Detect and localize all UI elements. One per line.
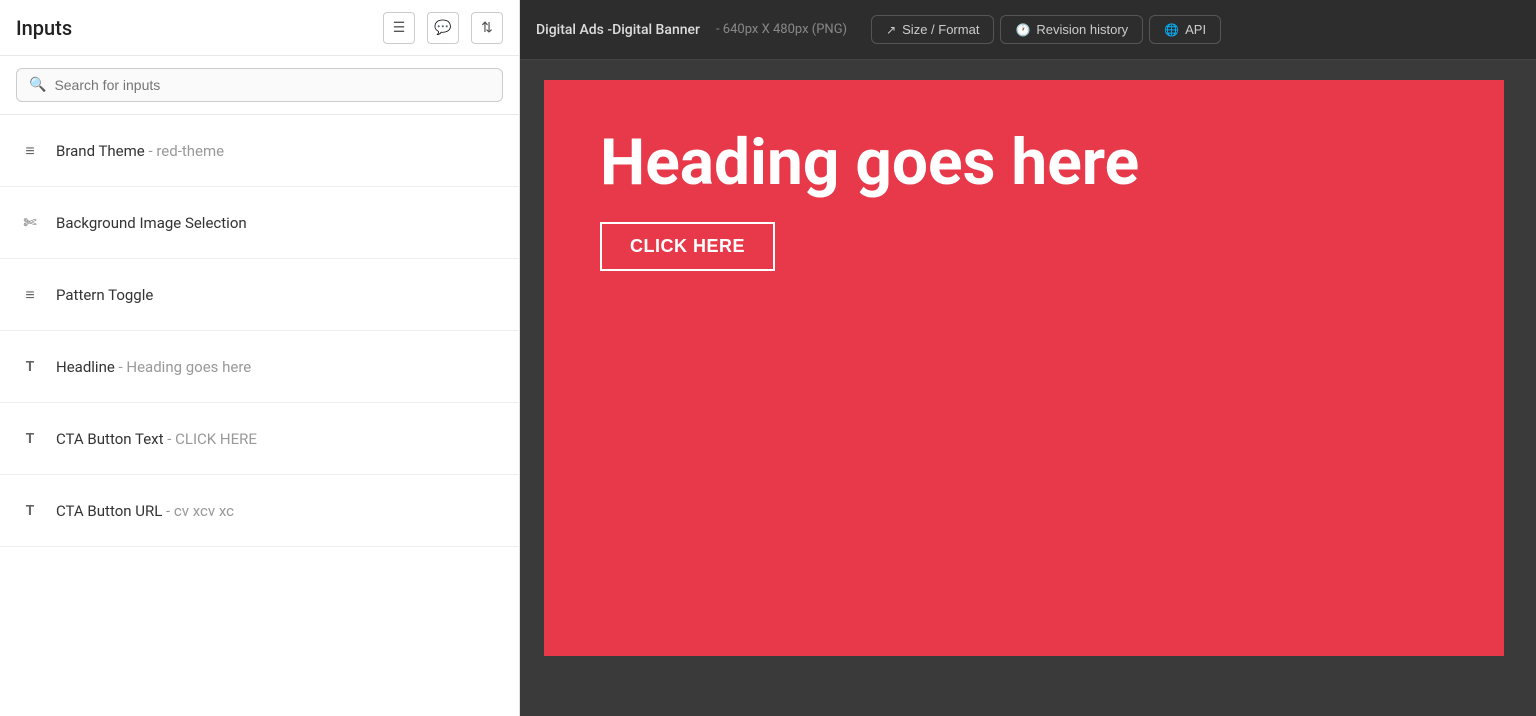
- search-container: 🔍: [0, 56, 519, 115]
- input-item-cta-button-text[interactable]: T CTA Button Text - CLICK HERE: [0, 403, 519, 475]
- cta-button[interactable]: CLICK HERE: [600, 222, 775, 271]
- input-label-brand-theme-value: - red-theme: [145, 142, 224, 160]
- comment-icon: 💬: [434, 20, 451, 36]
- input-label-background-image: Background Image Selection: [56, 214, 247, 232]
- list-icon: ☰: [393, 20, 406, 36]
- panel-header: Inputs ☰ 💬 ⇅: [0, 0, 519, 56]
- size-format-button[interactable]: ↗ Size / Format: [871, 15, 994, 44]
- api-button[interactable]: 🌐 API: [1149, 15, 1221, 44]
- input-label-cta-button-url: CTA Button URL - cv xcv xc: [56, 502, 234, 520]
- resize-icon: ↗: [886, 23, 896, 37]
- left-panel: Inputs ☰ 💬 ⇅ 🔍 ≡ Brand Theme - red-theme: [0, 0, 520, 716]
- input-label-cta-button-text: CTA Button Text - CLICK HERE: [56, 430, 257, 448]
- input-item-cta-button-url[interactable]: T CTA Button URL - cv xcv xc: [0, 475, 519, 547]
- panel-title: Inputs: [16, 16, 72, 40]
- comment-button[interactable]: 💬: [427, 12, 459, 44]
- right-panel: Digital Ads -Digital Banner - 640px X 48…: [520, 0, 1536, 716]
- image-icon: ✄: [20, 213, 40, 232]
- size-format-label: Size / Format: [902, 22, 979, 37]
- input-item-brand-theme[interactable]: ≡ Brand Theme - red-theme: [0, 115, 519, 187]
- input-item-pattern-toggle[interactable]: ≡ Pattern Toggle: [0, 259, 519, 331]
- text-icon-2: T: [20, 431, 40, 447]
- toolbar-buttons: ↗ Size / Format 🕐 Revision history 🌐 API: [871, 15, 1221, 44]
- expand-icon: ⇅: [481, 20, 493, 36]
- toolbar: Digital Ads -Digital Banner - 640px X 48…: [520, 0, 1536, 60]
- list-lines-icon: ≡: [20, 141, 40, 161]
- search-icon: 🔍: [29, 77, 46, 93]
- input-item-background-image[interactable]: ✄ Background Image Selection: [0, 187, 519, 259]
- search-box: 🔍: [16, 68, 503, 102]
- input-label-headline: Headline - Heading goes here: [56, 358, 251, 376]
- clock-icon: 🕐: [1015, 23, 1030, 37]
- api-label: API: [1185, 22, 1206, 37]
- canvas-area: Heading goes here CLICK HERE: [520, 60, 1536, 716]
- panel-header-icons: ☰ 💬 ⇅: [383, 12, 503, 44]
- text-icon-3: T: [20, 503, 40, 519]
- text-icon: T: [20, 359, 40, 375]
- input-label-cta-button-url-value: - cv xcv xc: [162, 502, 234, 520]
- input-item-headline[interactable]: T Headline - Heading goes here: [0, 331, 519, 403]
- ad-canvas: Heading goes here CLICK HERE: [544, 80, 1504, 656]
- revision-history-button[interactable]: 🕐 Revision history: [1000, 15, 1143, 44]
- toolbar-title: Digital Ads -Digital Banner: [536, 22, 700, 38]
- input-label-cta-button-text-value: - CLICK HERE: [164, 430, 257, 448]
- expand-button[interactable]: ⇅: [471, 12, 503, 44]
- input-label-headline-value: - Heading goes here: [115, 358, 251, 376]
- input-label-pattern-toggle: Pattern Toggle: [56, 286, 153, 304]
- list-view-button[interactable]: ☰: [383, 12, 415, 44]
- search-input[interactable]: [54, 77, 490, 93]
- list-lines-icon-2: ≡: [20, 285, 40, 305]
- revision-history-label: Revision history: [1036, 22, 1128, 37]
- input-label-brand-theme: Brand Theme - red-theme: [56, 142, 224, 160]
- toolbar-subtitle: - 640px X 480px (PNG): [716, 22, 847, 37]
- globe-icon: 🌐: [1164, 23, 1179, 37]
- ad-heading: Heading goes here: [600, 128, 1448, 198]
- input-list: ≡ Brand Theme - red-theme ✄ Background I…: [0, 115, 519, 716]
